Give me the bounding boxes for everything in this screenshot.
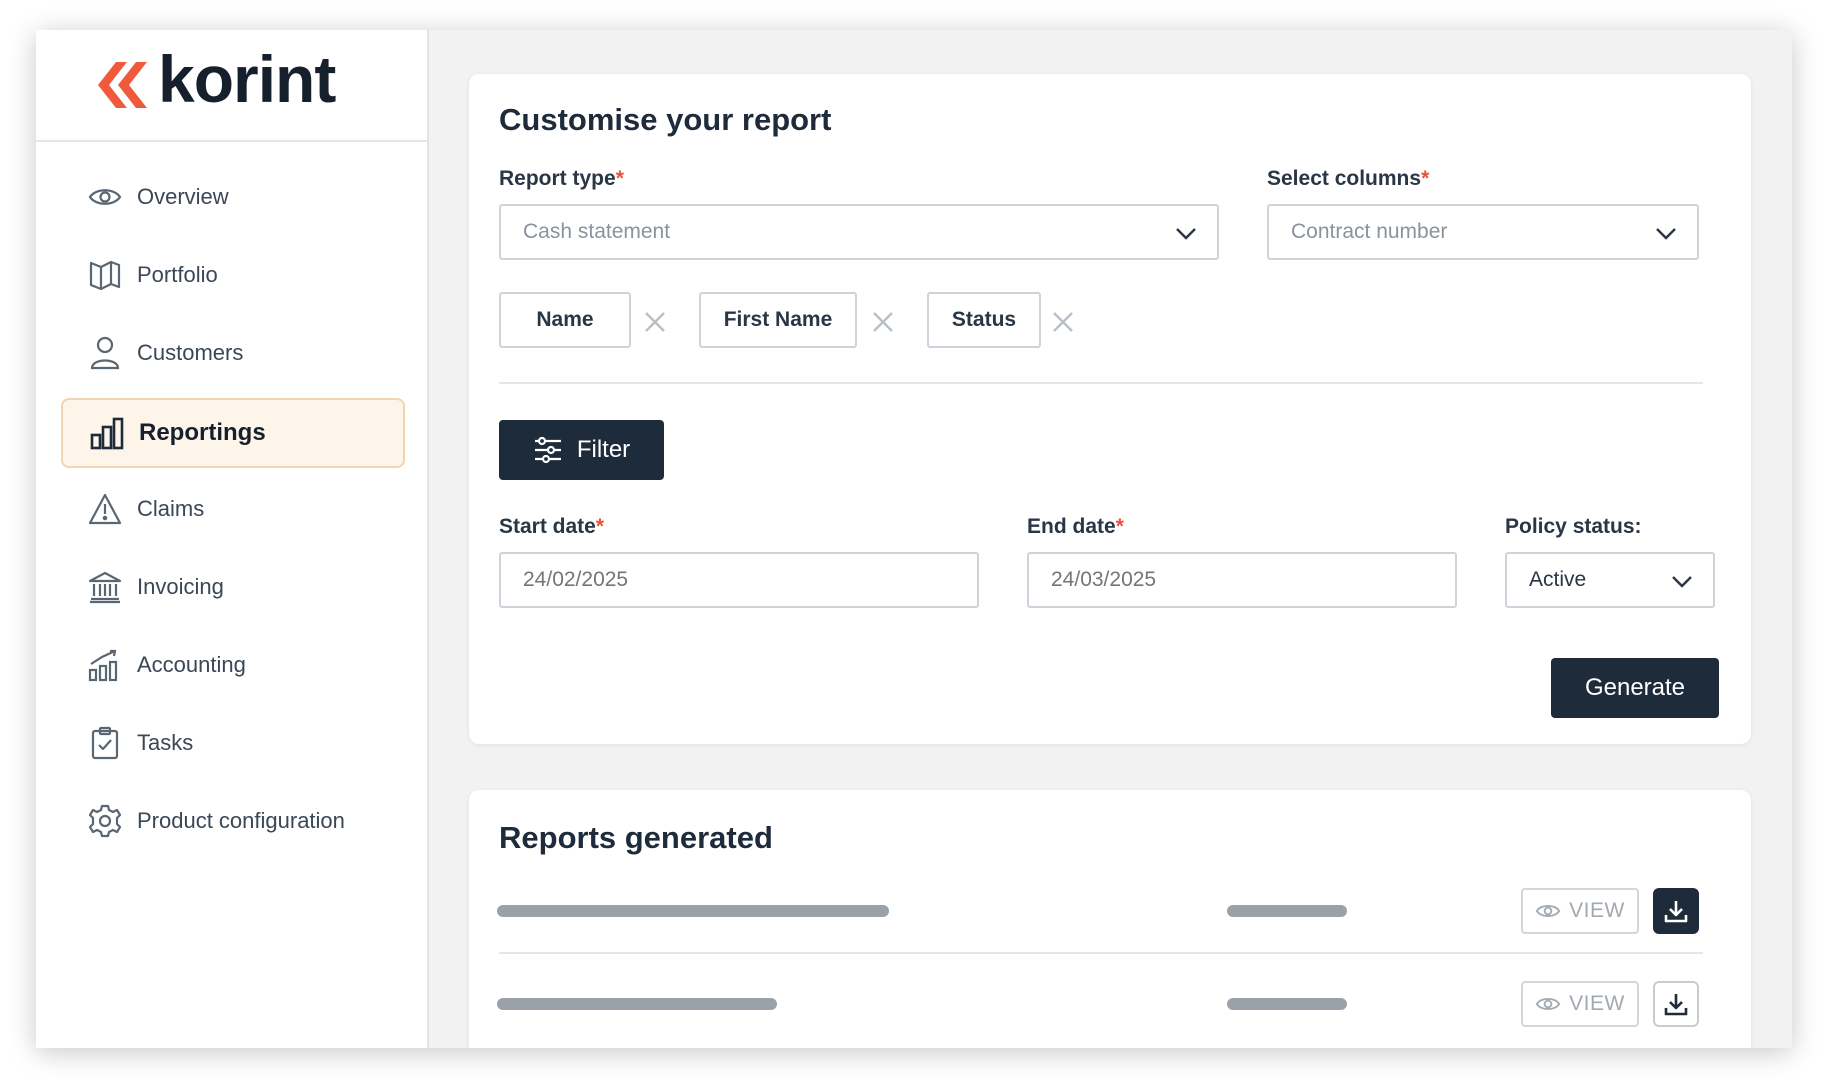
download-icon [1664,994,1688,1016]
policy-status-select[interactable]: Active [1505,552,1715,608]
bar-chart-icon [89,415,125,451]
section-divider [499,382,1703,384]
sidebar-item-reportings[interactable]: Reportings [61,398,405,468]
customise-report-card: Customise your report Report type* Cash … [469,74,1751,744]
report-type-value: Cash statement [523,220,671,243]
filter-button[interactable]: Filter [499,420,664,480]
logo[interactable]: korint [36,30,427,142]
select-columns-select[interactable]: Contract number [1267,204,1699,260]
sidebar-item-label: Customers [137,340,244,365]
sidebar-item-label: Accounting [137,652,246,677]
start-date-input[interactable] [499,552,979,608]
sidebar-item-portfolio[interactable]: Portfolio [61,240,405,310]
bank-icon [87,569,123,605]
select-columns-label: Select columns* [1267,167,1430,190]
sidebar-item-tasks[interactable]: Tasks [61,708,405,778]
report-date-placeholder [1227,905,1347,917]
eye-icon [1535,998,1561,1010]
sidebar-item-label: Product configuration [137,808,345,833]
start-date-label: Start date* [499,515,605,538]
sidebar: korint Overview Portfolio Customers Repo… [36,30,429,1048]
warning-icon [87,491,123,527]
korint-logo-icon [98,62,147,108]
policy-status-value: Active [1529,568,1587,591]
sidebar-item-label: Reportings [139,419,266,446]
report-type-select[interactable]: Cash statement [499,204,1219,260]
eye-icon [1535,905,1561,917]
report-name-placeholder [497,905,889,917]
end-date-input[interactable] [1027,552,1457,608]
reports-generated-title: Reports generated [499,820,773,855]
report-type-label: Report type* [499,167,624,190]
reports-generated-card: Reports generated VIEW VIEW [469,790,1751,1048]
customise-report-title: Customise your report [499,102,832,137]
sliders-icon [534,436,561,464]
eye-icon [87,179,123,215]
chevron-down-icon [1656,228,1676,240]
user-icon [87,335,123,371]
row-divider [499,952,1703,954]
clipboard-check-icon [87,725,123,761]
growth-chart-icon [87,647,123,683]
select-columns-value: Contract number [1291,220,1448,243]
close-icon[interactable] [643,310,667,334]
chevron-down-icon [1176,228,1196,240]
sidebar-item-label: Overview [137,184,229,209]
policy-status-label: Policy status: [1505,515,1642,538]
sidebar-item-product-configuration[interactable]: Product configuration [61,786,405,856]
view-label: VIEW [1569,899,1625,922]
sidebar-item-label: Invoicing [137,574,224,599]
sidebar-item-label: Claims [137,496,205,521]
sidebar-item-label: Portfolio [137,262,218,287]
column-chip-status: Status [927,292,1041,348]
sidebar-item-claims[interactable]: Claims [61,474,405,544]
end-date-label: End date* [1027,515,1124,538]
view-button[interactable]: VIEW [1521,888,1639,934]
sidebar-item-customers[interactable]: Customers [61,318,405,388]
view-button[interactable]: VIEW [1521,981,1639,1027]
gear-icon [87,803,123,839]
sidebar-item-accounting[interactable]: Accounting [61,630,405,700]
filter-label: Filter [576,436,631,463]
report-name-placeholder [497,998,777,1010]
chevron-down-icon [1672,576,1692,588]
close-icon[interactable] [871,310,895,334]
sidebar-item-overview[interactable]: Overview [61,162,405,232]
column-chip-name: Name [499,292,631,348]
download-button[interactable] [1653,981,1699,1027]
report-date-placeholder [1227,998,1347,1010]
sidebar-item-invoicing[interactable]: Invoicing [61,552,405,622]
view-label: VIEW [1569,992,1625,1015]
generate-button[interactable]: Generate [1551,658,1719,718]
download-button[interactable] [1653,888,1699,934]
app-window: korint Overview Portfolio Customers Repo… [36,30,1792,1048]
book-open-icon [87,257,123,293]
sidebar-item-label: Tasks [137,730,194,755]
close-icon[interactable] [1051,310,1075,334]
brand-name: korint [158,42,336,116]
download-icon [1664,901,1688,923]
column-chip-first-name: First Name [699,292,857,348]
